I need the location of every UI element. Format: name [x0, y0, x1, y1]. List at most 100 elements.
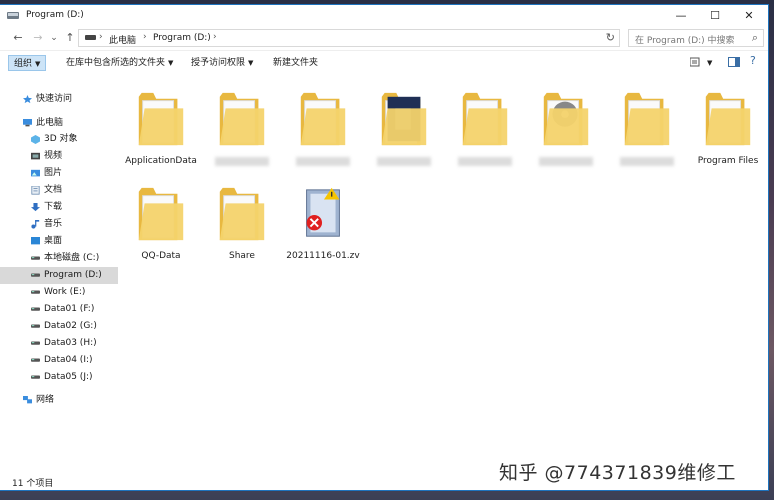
new-folder-button[interactable]: 新建文件夹 [273, 55, 318, 71]
sidebar-item[interactable]: Program (D:) [0, 267, 118, 284]
sidebar-item-label: Work (E:) [44, 287, 86, 297]
music-icon [31, 220, 40, 229]
sidebar-item[interactable]: Data04 (I:) [0, 352, 118, 369]
back-button[interactable]: ← [10, 30, 26, 46]
folder-item[interactable] [282, 83, 364, 173]
file-item[interactable]: 20211116-01.zv [282, 178, 364, 268]
organize-button[interactable]: 组织 ▼ [8, 55, 47, 71]
breadcrumb-this-pc[interactable]: 此电脑 [109, 33, 136, 46]
sidebar-item[interactable]: Data05 (J:) [0, 369, 118, 386]
broken-file-icon [306, 187, 340, 237]
sidebar-item[interactable]: 音乐 [0, 216, 118, 233]
sidebar-item-label: Program (D:) [44, 270, 102, 280]
sidebar-item-label: Data05 (J:) [44, 372, 93, 382]
sidebar-item[interactable]: Data03 (H:) [0, 335, 118, 352]
sidebar-item[interactable]: Work (E:) [0, 284, 118, 301]
sidebar-item-label: 此电脑 [36, 118, 64, 128]
item-label: Program Files [697, 156, 759, 166]
folder-item[interactable]: QQ-Data [120, 178, 202, 268]
share-access-button[interactable]: 授予访问权限 ▼ [191, 55, 253, 71]
close-button[interactable]: ✕ [732, 5, 766, 26]
folder-item[interactable]: ApplicationData [120, 83, 202, 173]
drive-icon [31, 324, 40, 328]
sidebar-item[interactable]: 桌面 [0, 233, 118, 250]
redacted-label [620, 157, 674, 166]
sidebar-item[interactable]: 网络 [0, 392, 118, 409]
include-in-library-button[interactable]: 在库中包含所选的文件夹 ▼ [66, 55, 173, 71]
network-icon [23, 396, 32, 404]
folder-item[interactable]: Program Files [687, 83, 769, 173]
preview-pane-icon[interactable] [728, 57, 740, 68]
change-view-icon[interactable] [690, 57, 702, 68]
view-chevron-icon[interactable]: ▼ [707, 55, 712, 71]
folder-icon [300, 92, 346, 146]
breadcrumb-separator: › [213, 32, 217, 42]
folder-item[interactable] [606, 83, 688, 173]
command-bar: 组织 ▼ 在库中包含所选的文件夹 ▼ 授予访问权限 ▼ 新建文件夹 ▼ ? [0, 51, 768, 75]
sidebar-item[interactable]: 图片 [0, 165, 118, 182]
folder-icon [543, 92, 589, 146]
sidebar-item-label: 图片 [44, 168, 63, 178]
folder-item[interactable] [525, 83, 607, 173]
forward-button[interactable]: → [30, 30, 46, 46]
picture-icon [31, 169, 40, 177]
cube-icon [31, 135, 40, 144]
sidebar-item[interactable]: Data02 (G:) [0, 318, 118, 335]
chevron-down-icon: ▼ [248, 59, 254, 67]
drive-icon [31, 273, 40, 277]
search-box[interactable]: 在 Program (D:) 中搜索 ⌕ [628, 29, 764, 47]
search-icon[interactable]: ⌕ [752, 31, 758, 45]
sidebar-item[interactable]: 文档 [0, 182, 118, 199]
folder-item[interactable]: Share [201, 178, 283, 268]
organize-label: 组织 [14, 59, 33, 69]
sidebar-item-label: 桌面 [44, 236, 63, 246]
address-bar-row: ← → ⌄ ↑ › 此电脑 › Program (D:) › ↻ 在 Progr… [0, 26, 768, 51]
sidebar-item[interactable]: Data01 (F:) [0, 301, 118, 318]
folder-icon [705, 92, 751, 146]
sidebar-item[interactable]: 此电脑 [0, 115, 118, 132]
redacted-label [377, 157, 431, 166]
drive-icon [31, 358, 40, 362]
redacted-label [296, 157, 350, 166]
folder-item[interactable] [201, 83, 283, 173]
breadcrumb-program-d[interactable]: Program (D:) [153, 33, 211, 43]
folder-icon [138, 92, 184, 146]
sidebar-item[interactable]: 本地磁盘 (C:) [0, 250, 118, 267]
download-icon [31, 203, 40, 212]
title-bar: Program (D:) — ☐ ✕ [0, 5, 768, 26]
sidebar-item-label: Data02 (G:) [44, 321, 97, 331]
watermark-text: 知乎 @774371839维修工 [499, 462, 736, 484]
drive-icon [31, 256, 40, 260]
drive-icon [85, 35, 96, 40]
video-icon [31, 152, 40, 160]
up-button[interactable]: ↑ [62, 30, 78, 46]
recent-locations-button[interactable]: ⌄ [46, 30, 62, 46]
maximize-button[interactable]: ☐ [698, 5, 732, 26]
breadcrumb-separator: › [99, 32, 103, 42]
folder-item[interactable] [363, 83, 445, 173]
sidebar-item[interactable]: 下载 [0, 199, 118, 216]
drive-title-icon [7, 12, 19, 19]
document-icon [31, 186, 40, 195]
minimize-button[interactable]: — [664, 5, 698, 26]
sidebar-item-label: 视频 [44, 151, 63, 161]
item-label: 20211116-01.zv [286, 251, 360, 261]
sidebar-item[interactable]: 快速访问 [0, 91, 118, 108]
search-placeholder: 在 Program (D:) 中搜索 [635, 36, 735, 46]
help-icon[interactable]: ? [750, 53, 756, 69]
sidebar-item-label: 快速访问 [36, 94, 73, 104]
sidebar-item[interactable]: 视频 [0, 148, 118, 165]
sidebar-item-label: Data01 (F:) [44, 304, 95, 314]
folder-icon [624, 92, 670, 146]
address-box[interactable]: › 此电脑 › Program (D:) › ↻ [78, 29, 620, 47]
sidebar-item-label: 3D 对象 [44, 134, 78, 144]
folder-item[interactable] [444, 83, 526, 173]
refresh-icon[interactable]: ↻ [606, 31, 615, 44]
sidebar-item[interactable]: 3D 对象 [0, 131, 118, 148]
share-label: 授予访问权限 [191, 58, 246, 68]
redacted-label [458, 157, 512, 166]
navigation-pane: 快速访问此电脑 3D 对象视频图片文档 下载 音乐桌面本地磁盘 (C:) Program… [0, 83, 118, 463]
explorer-window: Program (D:) — ☐ ✕ ← → ⌄ ↑ › 此电脑 › Progr… [0, 5, 768, 490]
folder-icon [381, 92, 427, 146]
sidebar-item-label: Data04 (I:) [44, 355, 93, 365]
